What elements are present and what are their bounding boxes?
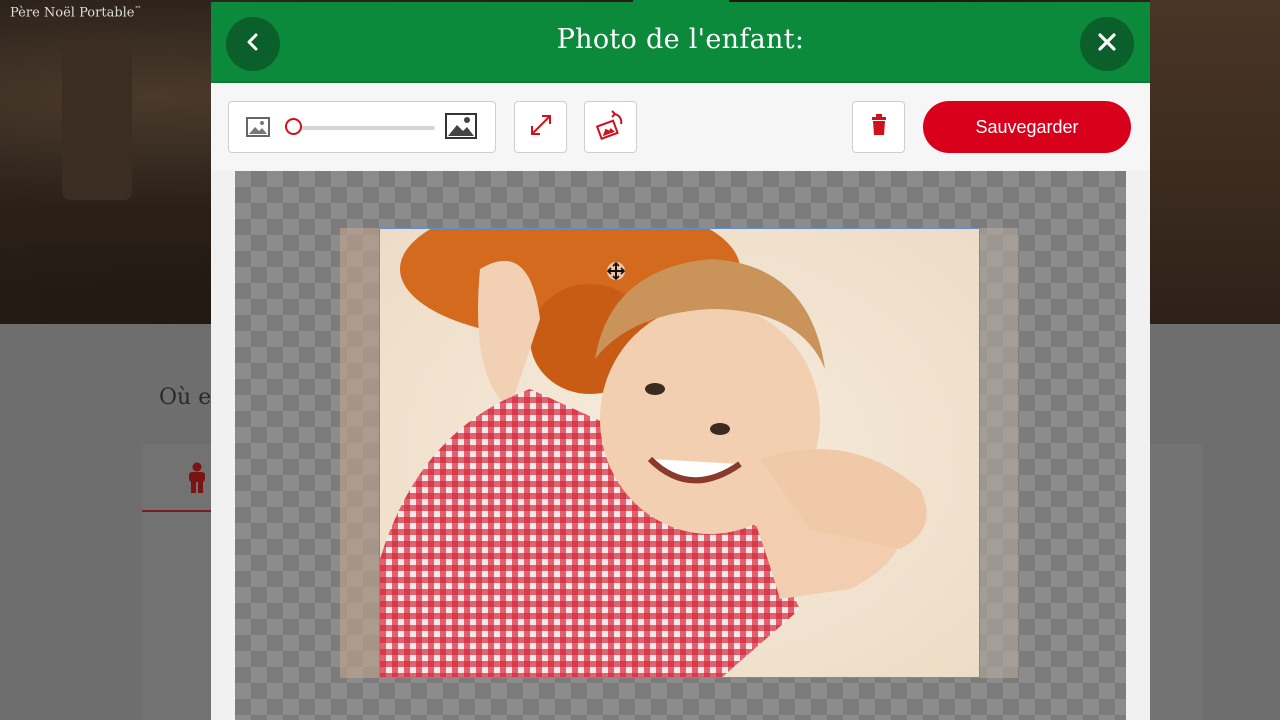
background-card-right bbox=[1148, 444, 1202, 720]
tab-underline bbox=[142, 510, 212, 512]
header-notch bbox=[633, 0, 729, 4]
modal-side-right bbox=[1126, 171, 1150, 720]
rotate-button[interactable] bbox=[584, 101, 637, 153]
brand-logo: Père Noël Portable™ bbox=[10, 5, 142, 21]
zoom-slider-track[interactable] bbox=[287, 126, 435, 130]
rotate-image-icon bbox=[595, 109, 626, 145]
delete-button[interactable] bbox=[852, 101, 905, 153]
move-icon bbox=[606, 261, 626, 286]
photo-editor-modal: Photo de l'enfant: Sauvegarder bbox=[211, 0, 1150, 720]
fit-button[interactable] bbox=[514, 101, 567, 153]
zoom-slider-handle[interactable] bbox=[285, 118, 302, 135]
close-icon bbox=[1098, 32, 1116, 56]
background-shelf bbox=[0, 215, 215, 245]
modal-header: Photo de l'enfant: bbox=[211, 2, 1150, 83]
child-photo[interactable] bbox=[379, 228, 980, 678]
crop-canvas[interactable] bbox=[235, 171, 1126, 720]
background-decoration bbox=[62, 40, 132, 200]
modal-side-left bbox=[211, 171, 235, 720]
expand-icon bbox=[528, 112, 554, 143]
image-small-icon[interactable] bbox=[246, 117, 270, 142]
close-button[interactable] bbox=[1080, 17, 1134, 71]
background-question: Où e bbox=[159, 385, 212, 410]
editor-toolbar: Sauvegarder bbox=[211, 83, 1150, 171]
save-button[interactable]: Sauvegarder bbox=[923, 101, 1131, 153]
modal-title: Photo de l'enfant: bbox=[556, 24, 805, 55]
image-large-icon[interactable] bbox=[445, 113, 477, 144]
background-wood bbox=[1150, 0, 1280, 324]
trash-icon bbox=[870, 113, 888, 141]
zoom-control bbox=[228, 101, 496, 153]
child-icon bbox=[186, 462, 208, 501]
